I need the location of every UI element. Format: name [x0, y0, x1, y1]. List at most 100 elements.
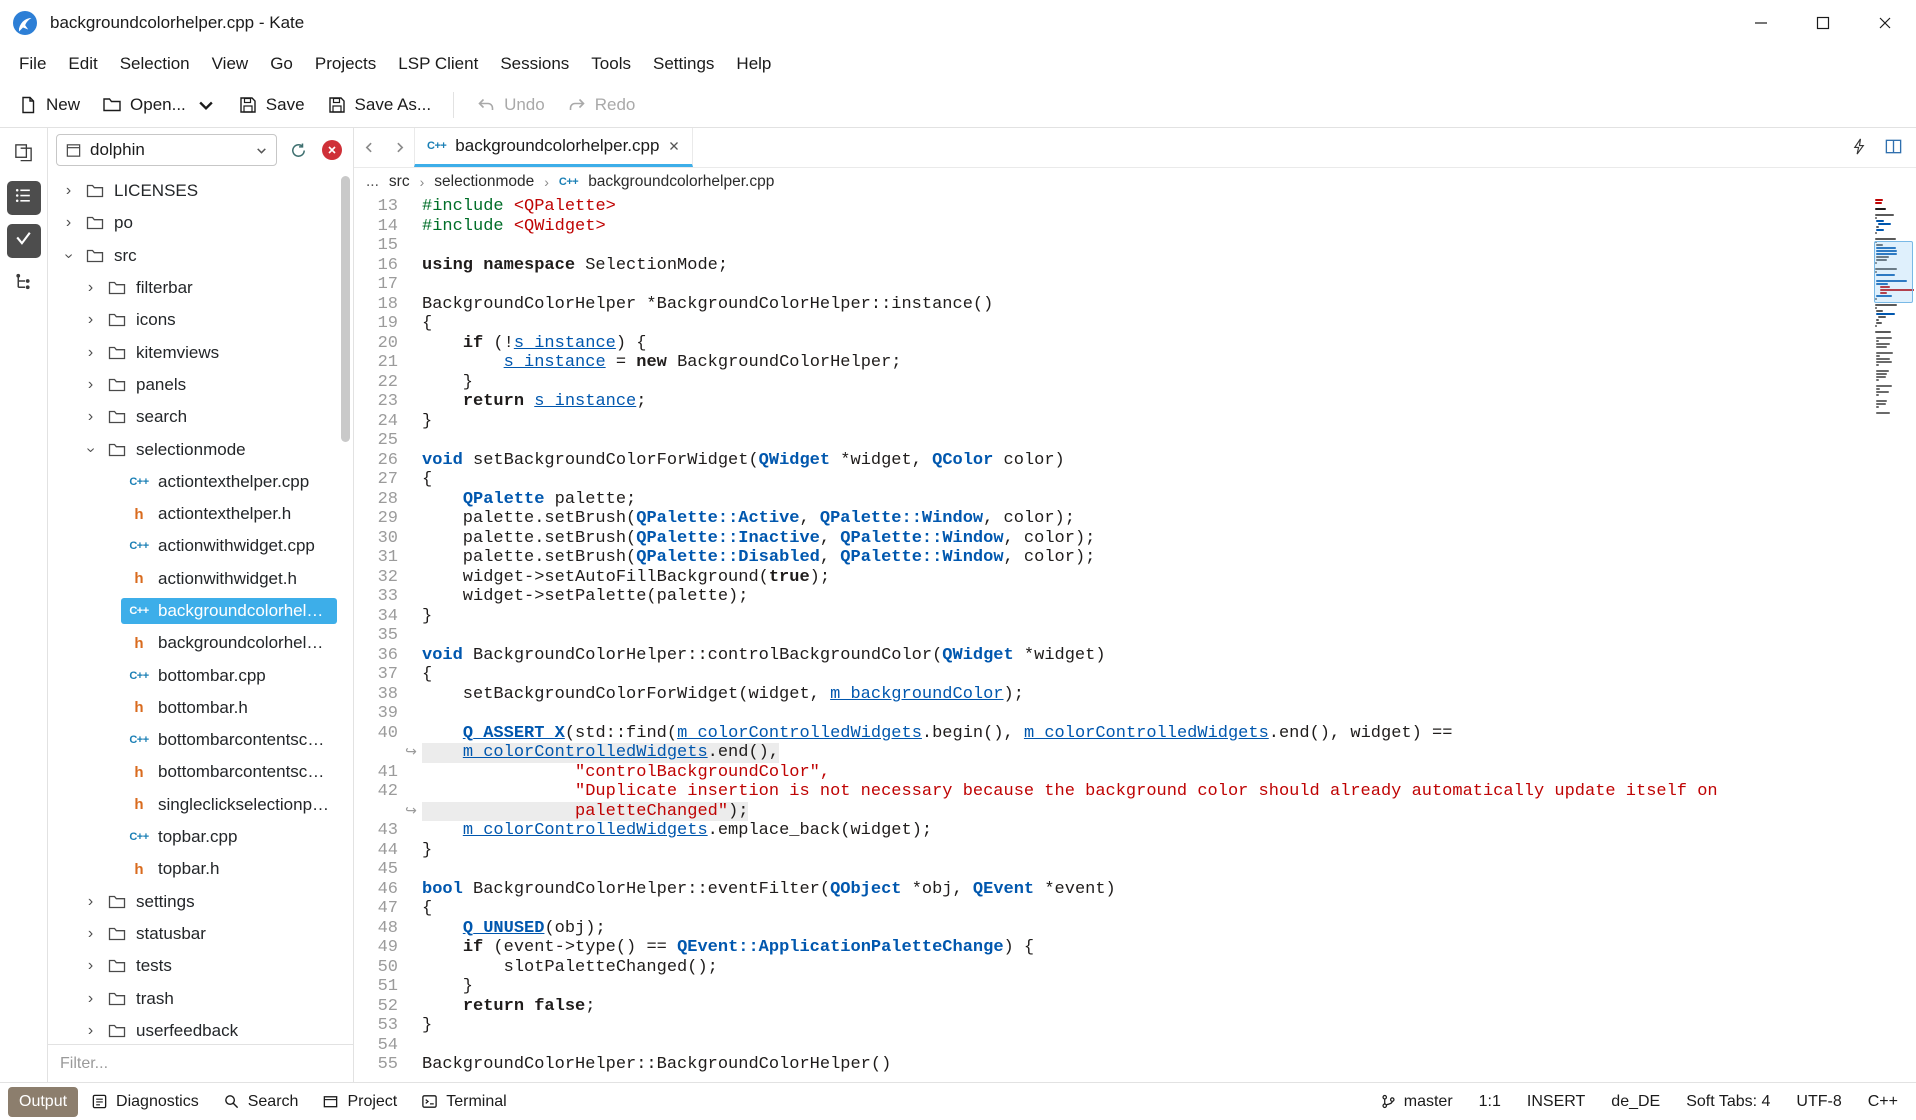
- expander-icon[interactable]: ›: [82, 376, 99, 394]
- code-line[interactable]: 30 palette.setBrush(QPalette::Inactive, …: [354, 529, 1870, 549]
- code-line[interactable]: 39: [354, 704, 1870, 724]
- minimize-button[interactable]: [1730, 0, 1792, 45]
- save-button[interactable]: Save: [228, 88, 315, 122]
- expander-icon[interactable]: ›: [82, 925, 99, 943]
- menu-item-projects[interactable]: Projects: [304, 48, 387, 80]
- expander-icon[interactable]: ›: [82, 408, 99, 426]
- code-line[interactable]: 29 palette.setBrush(QPalette::Active, QP…: [354, 509, 1870, 529]
- code-line[interactable]: 45: [354, 860, 1870, 880]
- code-line[interactable]: 20 if (!s_instance) {: [354, 334, 1870, 354]
- project-selector[interactable]: dolphin: [56, 134, 277, 166]
- code-line[interactable]: 17: [354, 275, 1870, 295]
- tree-item-licenses[interactable]: ›LICENSES: [48, 175, 353, 207]
- reload-project-button[interactable]: [285, 137, 311, 163]
- filter-input[interactable]: [54, 1049, 347, 1079]
- code-line[interactable]: 28 QPalette palette;: [354, 490, 1870, 510]
- expander-icon[interactable]: ›: [82, 311, 99, 329]
- code-line[interactable]: 44}: [354, 841, 1870, 861]
- tree-item-bottombarcontentscont[interactable]: C++bottombarcontentscont...: [48, 724, 353, 756]
- expander-icon[interactable]: ›: [60, 182, 77, 200]
- statusbar-diagnostics-button[interactable]: Diagnostics: [80, 1087, 210, 1117]
- code-line[interactable]: ↪ paletteChanged");: [354, 802, 1870, 822]
- tree-item-backgroundcolorhelper-c[interactable]: C++backgroundcolorhelper.c...: [48, 595, 353, 627]
- expander-icon[interactable]: ›: [82, 1022, 99, 1040]
- open-button[interactable]: Open...: [92, 88, 226, 122]
- code-line[interactable]: 49 if (event->type() == QEvent::Applicat…: [354, 938, 1870, 958]
- undo-button[interactable]: Undo: [466, 88, 555, 122]
- code-line[interactable]: 47{: [354, 899, 1870, 919]
- scrollbar-minimap[interactable]: [1872, 197, 1915, 1082]
- tree-item-trash[interactable]: ›trash: [48, 982, 353, 1014]
- tree-item-bottombar-cpp[interactable]: C++bottombar.cpp: [48, 659, 353, 691]
- status-master[interactable]: master: [1380, 1093, 1453, 1111]
- expander-icon[interactable]: ›: [82, 279, 99, 297]
- symbols-tool-button[interactable]: [7, 267, 41, 301]
- statusbar-search-button[interactable]: Search: [212, 1087, 310, 1117]
- expander-icon[interactable]: ›: [60, 214, 77, 232]
- code-line[interactable]: 16using namespace SelectionMode;: [354, 256, 1870, 276]
- code-line[interactable]: 48 Q_UNUSED(obj);: [354, 919, 1870, 939]
- code-line[interactable]: 52 return false;: [354, 997, 1870, 1017]
- code-line[interactable]: 51 }: [354, 977, 1870, 997]
- tree-item-search[interactable]: ›search: [48, 401, 353, 433]
- close-button[interactable]: [1854, 0, 1916, 45]
- breadcrumb-src[interactable]: src: [389, 173, 410, 191]
- expander-icon[interactable]: ›: [60, 247, 78, 264]
- code-line[interactable]: 53}: [354, 1016, 1870, 1036]
- menu-item-sessions[interactable]: Sessions: [489, 48, 580, 80]
- tree-item-settings[interactable]: ›settings: [48, 886, 353, 918]
- maximize-button[interactable]: [1792, 0, 1854, 45]
- code-line[interactable]: 14#include <QWidget>: [354, 217, 1870, 237]
- menu-item-file[interactable]: File: [8, 48, 57, 80]
- code-line[interactable]: 36void BackgroundColorHelper::controlBac…: [354, 646, 1870, 666]
- tree-item-filterbar[interactable]: ›filterbar: [48, 272, 353, 304]
- tree-item-statusbar[interactable]: ›statusbar: [48, 918, 353, 950]
- tree-item-selectionmode[interactable]: ›selectionmode: [48, 433, 353, 465]
- status-soft-tabs-4[interactable]: Soft Tabs: 4: [1686, 1093, 1770, 1111]
- code-line[interactable]: ↪ m_colorControlledWidgets.end(),: [354, 743, 1870, 763]
- menu-item-help[interactable]: Help: [725, 48, 782, 80]
- code-line[interactable]: 34}: [354, 607, 1870, 627]
- documents-tool-button[interactable]: [7, 138, 41, 172]
- tree-item-actionwithwidget-h[interactable]: hactionwithwidget.h: [48, 563, 353, 595]
- tree-item-topbar-h[interactable]: htopbar.h: [48, 853, 353, 885]
- menu-item-lsp-client[interactable]: LSP Client: [387, 48, 489, 80]
- breadcrumb-file[interactable]: backgroundcolorhelper.cpp: [588, 173, 774, 191]
- code-line[interactable]: 33 widget->setPalette(palette);: [354, 587, 1870, 607]
- tree-item-src[interactable]: ›src: [48, 240, 353, 272]
- statusbar-project-button[interactable]: Project: [311, 1087, 408, 1117]
- status-insert[interactable]: INSERT: [1527, 1093, 1585, 1111]
- tree-item-topbar-cpp[interactable]: C++topbar.cpp: [48, 821, 353, 853]
- code-line[interactable]: 50 slotPaletteChanged();: [354, 958, 1870, 978]
- tree-item-backgroundcolorhelper-h[interactable]: hbackgroundcolorhelper.h: [48, 627, 353, 659]
- tree-item-po[interactable]: ›po: [48, 207, 353, 239]
- tree-item-bottombarcontentscont[interactable]: hbottombarcontentscont...: [48, 756, 353, 788]
- validate-tool-button[interactable]: [7, 224, 41, 258]
- expander-icon[interactable]: ›: [82, 441, 100, 458]
- status-utf-8[interactable]: UTF-8: [1796, 1093, 1841, 1111]
- code-line[interactable]: 37{: [354, 665, 1870, 685]
- minimap-viewport[interactable]: [1874, 241, 1913, 303]
- menu-item-selection[interactable]: Selection: [109, 48, 201, 80]
- code-view[interactable]: 13#include <QPalette>14#include <QWidget…: [354, 195, 1916, 1082]
- menu-item-settings[interactable]: Settings: [642, 48, 725, 80]
- projects-tool-button[interactable]: [7, 181, 41, 215]
- expander-icon[interactable]: ›: [82, 990, 99, 1008]
- tree-item-kitemviews[interactable]: ›kitemviews: [48, 336, 353, 368]
- menu-item-tools[interactable]: Tools: [580, 48, 642, 80]
- expander-icon[interactable]: ›: [82, 893, 99, 911]
- code-line[interactable]: 21 s_instance = new BackgroundColorHelpe…: [354, 353, 1870, 373]
- tree-item-tests[interactable]: ›tests: [48, 950, 353, 982]
- code-line[interactable]: 18BackgroundColorHelper *BackgroundColor…: [354, 295, 1870, 315]
- menu-item-view[interactable]: View: [201, 48, 260, 80]
- new-button[interactable]: New: [8, 88, 90, 122]
- code-line[interactable]: 25: [354, 431, 1870, 451]
- breadcrumb-ellipsis[interactable]: ...: [366, 173, 379, 191]
- save-as-button[interactable]: Save As...: [317, 88, 442, 122]
- tree-item-userfeedback[interactable]: ›userfeedback: [48, 1015, 353, 1044]
- code-line[interactable]: 32 widget->setAutoFillBackground(true);: [354, 568, 1870, 588]
- tree-item-bottombar-h[interactable]: hbottombar.h: [48, 692, 353, 724]
- code-line[interactable]: 23 return s_instance;: [354, 392, 1870, 412]
- status-de-de[interactable]: de_DE: [1611, 1093, 1660, 1111]
- tree-item-actiontexthelper-h[interactable]: hactiontexthelper.h: [48, 498, 353, 530]
